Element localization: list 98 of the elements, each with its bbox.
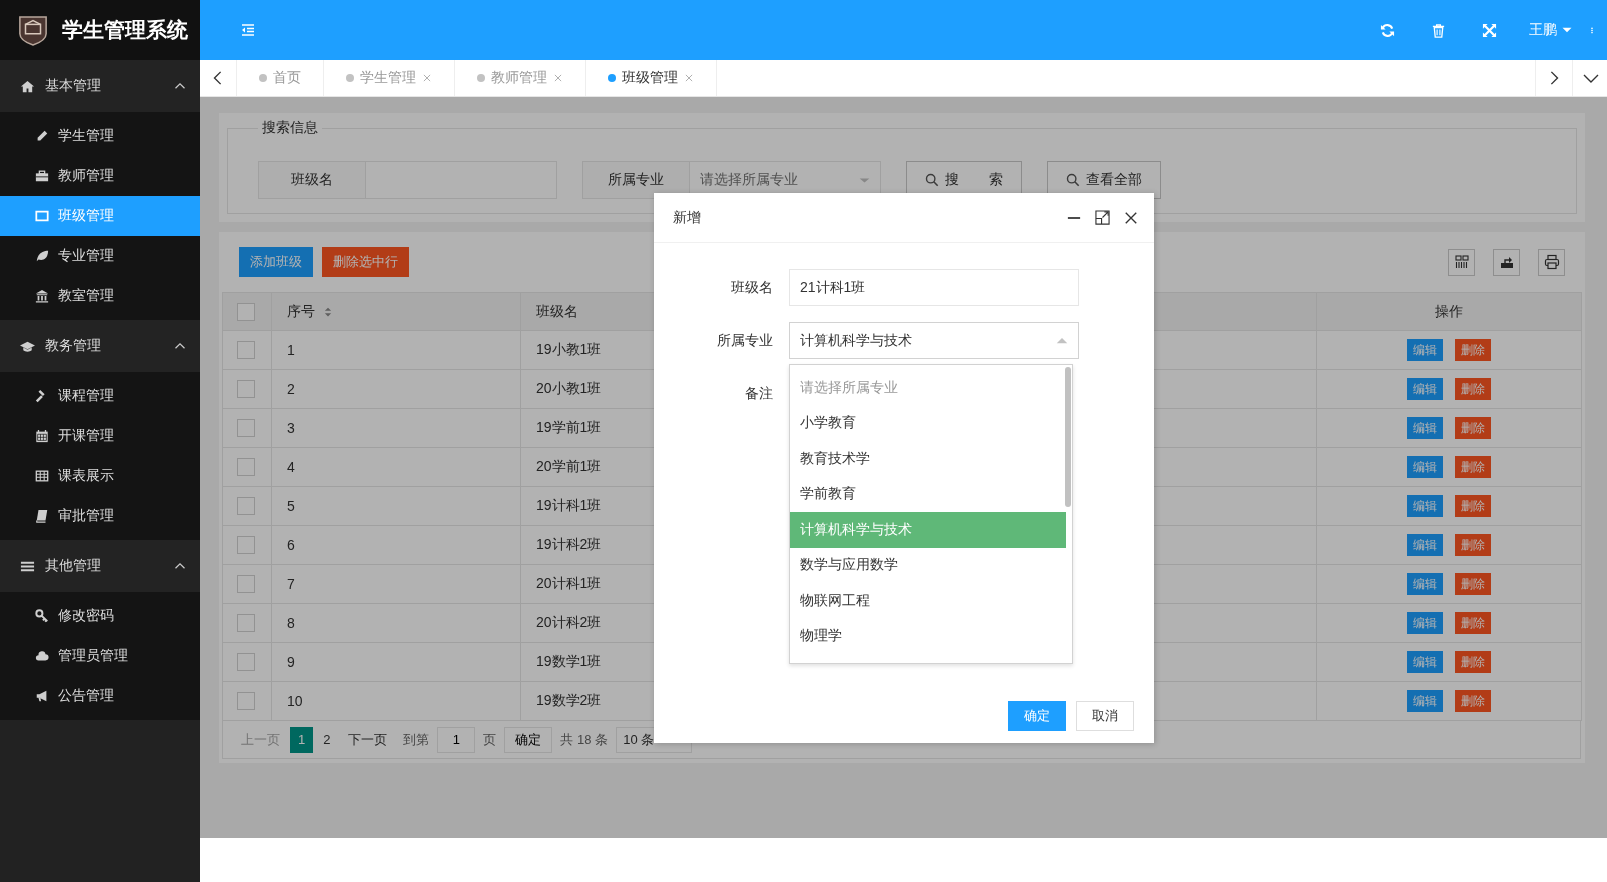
columns-button[interactable] bbox=[1448, 248, 1475, 276]
page-label: 页 bbox=[482, 730, 498, 749]
row-checkbox[interactable] bbox=[237, 497, 255, 515]
goto-button[interactable]: 确定 bbox=[504, 726, 553, 753]
refresh-icon[interactable] bbox=[1380, 22, 1395, 38]
pencil-icon bbox=[35, 129, 49, 143]
dropdown-option[interactable]: 数学与应用数学 bbox=[790, 547, 1066, 583]
page-input[interactable]: 1 bbox=[437, 726, 476, 753]
next-page-link[interactable]: 下一页 bbox=[340, 726, 396, 753]
row-checkbox[interactable] bbox=[237, 458, 255, 476]
cloud-icon bbox=[35, 649, 49, 663]
app-title: 学生管理系统 bbox=[62, 17, 188, 43]
table-cell: 4 bbox=[287, 459, 295, 475]
close-icon[interactable] bbox=[1124, 210, 1138, 225]
row-checkbox[interactable] bbox=[237, 692, 255, 710]
nav-item[interactable]: 公告管理 bbox=[0, 676, 200, 716]
dialog-title: 新增 bbox=[673, 208, 702, 227]
nav-item[interactable]: 开课管理 bbox=[0, 416, 200, 456]
dropdown-option[interactable]: 学前教育 bbox=[790, 476, 1066, 512]
column-header[interactable]: 操作 bbox=[1316, 292, 1582, 331]
row-checkbox[interactable] bbox=[237, 575, 255, 593]
bank-icon bbox=[35, 289, 49, 303]
nav-item[interactable]: 专业管理 bbox=[0, 236, 200, 276]
goto-label: 到第 bbox=[402, 730, 431, 749]
dot-icon bbox=[259, 74, 267, 82]
grid-icon bbox=[35, 469, 49, 483]
field-label: 备注 bbox=[744, 384, 774, 403]
calendar-icon bbox=[35, 429, 49, 443]
nav-item[interactable]: 教室管理 bbox=[0, 276, 200, 316]
table-cell: 19学前1班 bbox=[536, 419, 602, 435]
maximize-icon[interactable] bbox=[1095, 210, 1110, 225]
table-cell: 9 bbox=[287, 654, 295, 670]
nav-item[interactable]: 教师管理 bbox=[0, 156, 200, 196]
table-cell: 20计科1班 bbox=[536, 575, 602, 591]
table-cell: 5 bbox=[287, 498, 295, 514]
table-cell: 20计科2班 bbox=[536, 614, 602, 630]
page-link[interactable]: 2 bbox=[315, 726, 339, 753]
row-checkbox[interactable] bbox=[237, 419, 255, 437]
leaf-icon bbox=[35, 249, 49, 263]
row-checkbox[interactable] bbox=[237, 614, 255, 632]
dot-icon bbox=[477, 74, 485, 82]
dropdown-option[interactable]: 小学教育 bbox=[790, 405, 1066, 441]
table-cell: 10 bbox=[287, 693, 303, 709]
total-count: 共 18 条 bbox=[559, 730, 610, 749]
table-cell: 19计科1班 bbox=[536, 497, 602, 513]
print-icon bbox=[1543, 254, 1560, 270]
book-icon bbox=[35, 509, 49, 523]
print-button[interactable] bbox=[1538, 248, 1565, 276]
table-cell: 1 bbox=[287, 342, 295, 358]
nav-item[interactable]: 课程管理 bbox=[0, 376, 200, 416]
select-field[interactable]: 计算机科学与技术 bbox=[789, 322, 1079, 359]
nav-item[interactable]: 修改密码 bbox=[0, 596, 200, 636]
table-cell: 3 bbox=[287, 420, 295, 436]
megaphone-icon bbox=[35, 689, 49, 703]
nav-item[interactable]: 学生管理 bbox=[0, 116, 200, 156]
table-cell: 19数学2班 bbox=[536, 692, 602, 708]
dropdown-option[interactable]: 物联网工程 bbox=[790, 583, 1066, 619]
table-cell: 2 bbox=[287, 381, 295, 397]
dropdown-option[interactable]: 物理学 bbox=[790, 618, 1066, 654]
columns-icon bbox=[1453, 254, 1470, 270]
column-header[interactable]: 序号 bbox=[271, 292, 521, 331]
row-checkbox[interactable] bbox=[237, 653, 255, 671]
table-cell: 19数学1班 bbox=[536, 653, 602, 669]
row-checkbox[interactable] bbox=[237, 536, 255, 554]
table-cell: 20学前1班 bbox=[536, 458, 602, 474]
tab[interactable]: 班级管理 bbox=[586, 60, 717, 96]
key-icon bbox=[35, 609, 49, 623]
row-checkbox[interactable] bbox=[237, 341, 255, 359]
dropdown-option[interactable]: 教育技术学 bbox=[790, 441, 1066, 477]
sort-icon[interactable] bbox=[323, 305, 333, 318]
table-cell: 8 bbox=[287, 615, 295, 631]
field-label: 所属专业 bbox=[716, 331, 774, 350]
table-cell: 6 bbox=[287, 537, 295, 553]
export-icon bbox=[1498, 254, 1515, 270]
select-all-checkbox[interactable] bbox=[237, 302, 255, 321]
dot-icon bbox=[346, 74, 354, 82]
window-icon bbox=[35, 209, 49, 223]
nav-item[interactable]: 课表展示 bbox=[0, 456, 200, 496]
fullscreen-icon[interactable] bbox=[1482, 22, 1497, 38]
dot-icon bbox=[608, 74, 616, 82]
cancel-button[interactable]: 取消 bbox=[1076, 701, 1134, 731]
nav-item[interactable]: 审批管理 bbox=[0, 496, 200, 536]
row-checkbox[interactable] bbox=[237, 380, 255, 398]
search-icon bbox=[1065, 173, 1080, 187]
search-legend: 搜索信息 bbox=[258, 119, 322, 137]
scrollbar-thumb[interactable] bbox=[1065, 367, 1071, 507]
search-icon bbox=[925, 173, 939, 187]
nav-item[interactable]: 管理员管理 bbox=[0, 636, 200, 676]
table-cell: 7 bbox=[287, 576, 295, 592]
table-cell: 19小教1班 bbox=[536, 341, 602, 357]
table-cell: 20小教1班 bbox=[536, 380, 602, 396]
table-cell: 19计科2班 bbox=[536, 536, 602, 552]
home-icon bbox=[20, 78, 35, 94]
text-field[interactable]: 21计科1班 bbox=[789, 269, 1079, 306]
briefcase-icon bbox=[35, 169, 49, 183]
trash-icon[interactable] bbox=[1431, 22, 1446, 38]
export-button[interactable] bbox=[1493, 248, 1520, 276]
menu-fold-icon[interactable] bbox=[240, 22, 256, 38]
